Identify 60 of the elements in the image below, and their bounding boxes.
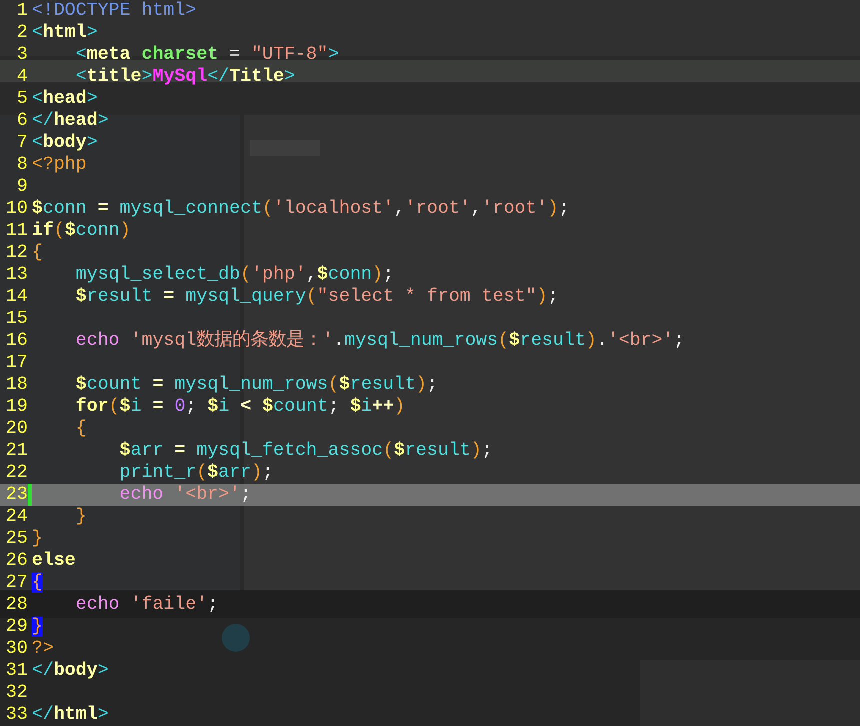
code-line: <body> [32, 132, 98, 154]
code-line: else [32, 550, 76, 572]
line-number: 26 [5, 550, 28, 572]
line-number: 3 [16, 44, 28, 66]
code-line: } [32, 528, 43, 550]
code-line: <title>MySql</Title> [76, 66, 296, 88]
line-number: 12 [5, 242, 28, 264]
line-number: 13 [5, 264, 28, 286]
line-number: 31 [5, 660, 28, 682]
line-number: 10 [5, 198, 28, 220]
line-number: 1 [16, 0, 28, 22]
line-number: 32 [5, 682, 28, 704]
code-line: $arr = mysql_fetch_assoc($result); [120, 440, 493, 462]
line-number: 25 [5, 528, 28, 550]
code-line: echo 'mysql数据的条数是：'.mysql_num_rows($result).'<br>'; [76, 330, 685, 352]
line-number: 29 [5, 616, 28, 638]
code-line: $result = mysql_query("select * from test"); [76, 286, 559, 308]
code-line: echo '<br>'; [120, 484, 252, 506]
code-line: echo 'faile'; [76, 594, 219, 616]
line-number: 17 [5, 352, 28, 374]
code-line: <meta charset = "UTF-8"> [76, 44, 340, 66]
code-line: <?php [32, 154, 87, 176]
line-number: 15 [5, 308, 28, 330]
code-line: mysql_select_db('php',$conn); [76, 264, 394, 286]
code-line: { [32, 242, 43, 264]
line-number: 5 [16, 88, 28, 110]
code-line: ?> [32, 638, 54, 660]
code-line: for($i = 0; $i < $count; $i++) [76, 396, 406, 418]
line-number: 22 [5, 462, 28, 484]
code-line: if($conn) [32, 220, 131, 242]
line-number: 18 [5, 374, 28, 396]
line-number: 23 [5, 484, 28, 506]
line-number: 24 [5, 506, 28, 528]
code-line: <!DOCTYPE html> [32, 0, 197, 22]
code-line: } [76, 506, 87, 528]
line-number: 16 [5, 330, 28, 352]
line-number: 9 [16, 176, 28, 198]
line-number: 14 [5, 286, 28, 308]
code-line: <head> [32, 88, 98, 110]
line-number: 2 [16, 22, 28, 44]
code-line: print_r($arr); [120, 462, 274, 484]
line-number: 28 [5, 594, 28, 616]
line-number: 33 [5, 704, 28, 726]
line-number: 8 [16, 154, 28, 176]
line-number: 30 [5, 638, 28, 660]
code-line: <html> [32, 22, 98, 44]
code-line: </head> [32, 110, 109, 132]
line-number: 6 [16, 110, 28, 132]
code-line: $conn = mysql_connect('localhost','root','root'); [32, 198, 570, 220]
line-number: 4 [16, 66, 28, 88]
line-number: 27 [5, 572, 28, 594]
line-number: 20 [5, 418, 28, 440]
line-number: 21 [5, 440, 28, 462]
line-number: 7 [16, 132, 28, 154]
code-line: $count = mysql_num_rows($result); [76, 374, 438, 396]
code-line: { [76, 418, 87, 440]
code-line: </body> [32, 660, 109, 682]
code-line: </html> [32, 704, 109, 726]
line-number: 11 [5, 220, 28, 242]
line-number: 19 [5, 396, 28, 418]
